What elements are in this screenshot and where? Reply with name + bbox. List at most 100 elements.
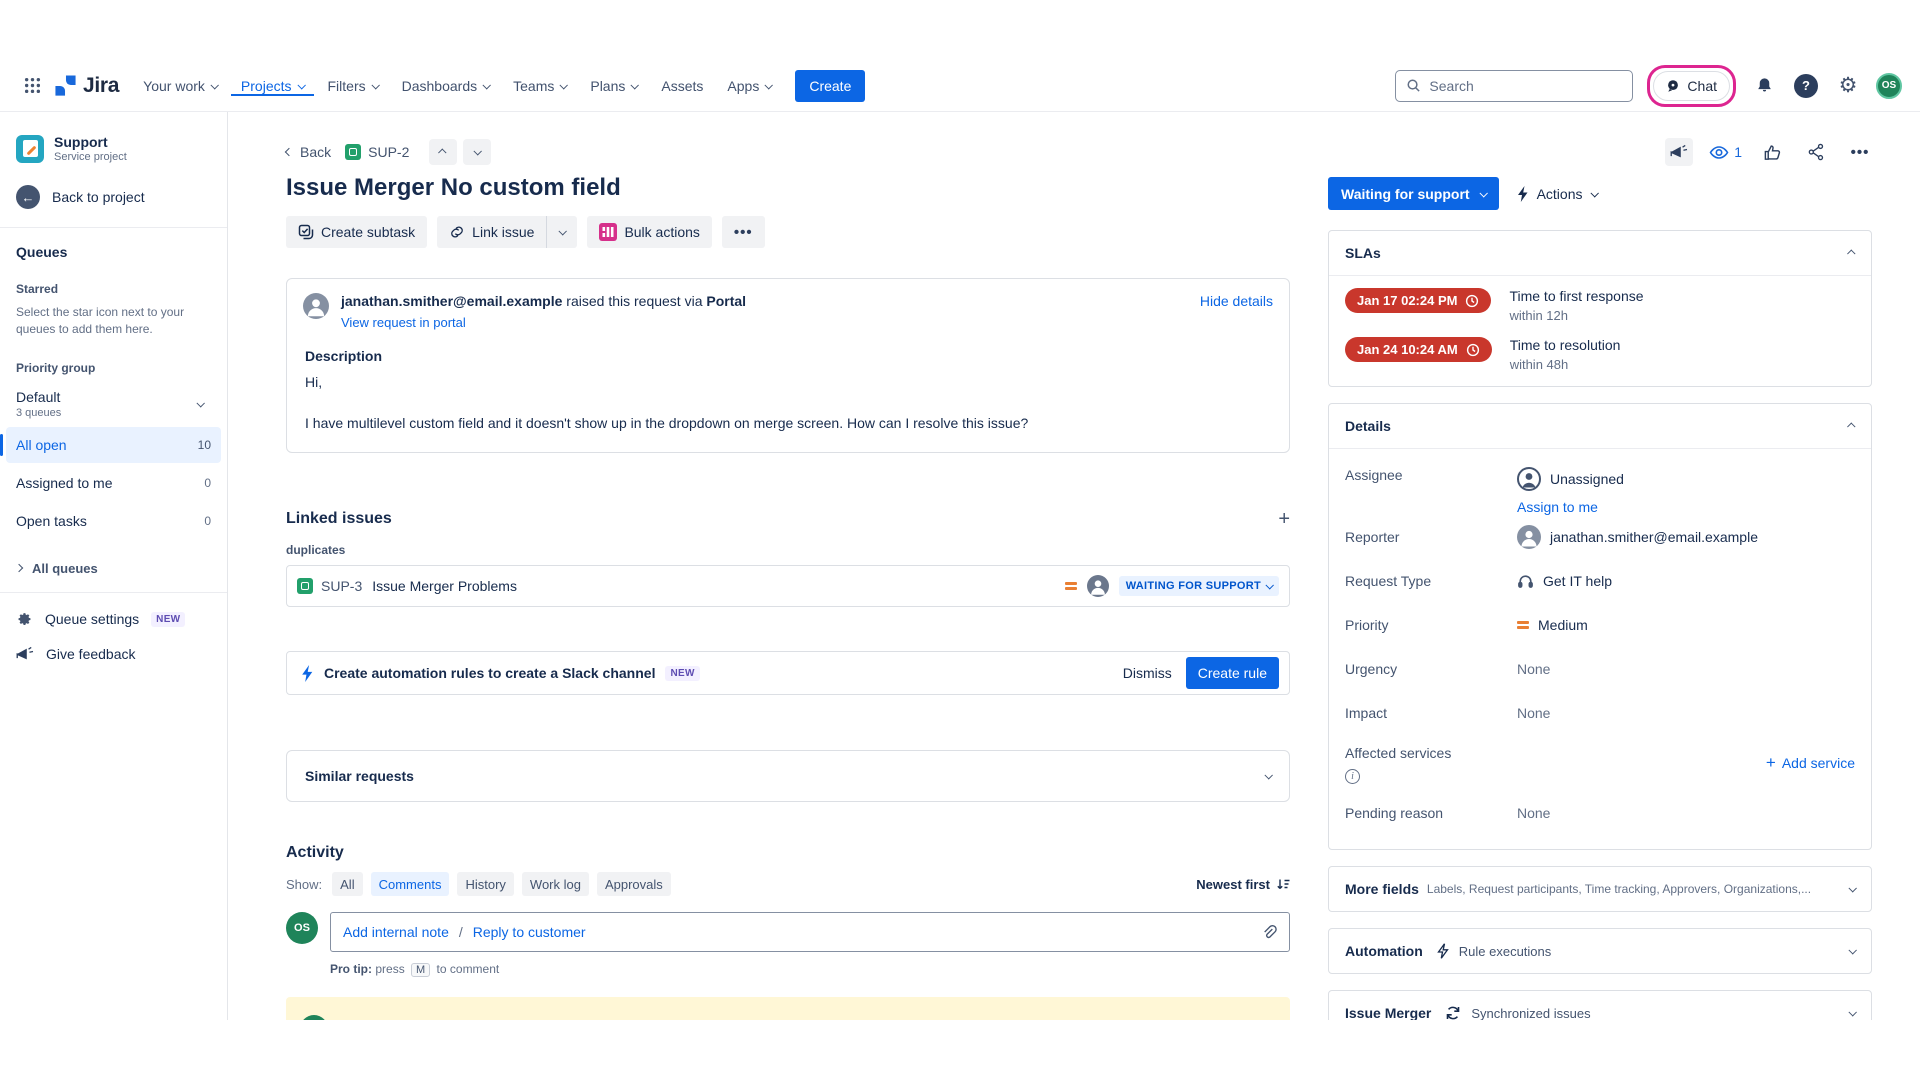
nav-projects[interactable]: Projects — [231, 76, 314, 96]
slas-panel-header[interactable]: SLAs — [1329, 231, 1871, 275]
like-thumbs-up-icon[interactable] — [1758, 138, 1786, 166]
sidebar-item-assigned-to-me[interactable]: Assigned to me0 — [6, 465, 221, 501]
sla-name: Time to first response — [1509, 288, 1643, 304]
dismiss-button[interactable]: Dismiss — [1123, 665, 1172, 681]
create-subtask-button[interactable]: Create subtask — [286, 216, 427, 248]
linked-issue-status-lozenge[interactable]: WAITING FOR SUPPORT — [1119, 576, 1279, 596]
sla-goal: within 12h — [1509, 308, 1643, 323]
chevron-down-icon — [474, 147, 482, 155]
nav-apps[interactable]: Apps — [717, 76, 781, 96]
chevron-down-icon — [371, 81, 379, 89]
priority-medium-icon — [1517, 621, 1529, 630]
chevron-down-icon — [1848, 1008, 1856, 1016]
nav-dashboards[interactable]: Dashboards — [392, 76, 500, 96]
pending-reason-value: None — [1517, 805, 1550, 821]
link-issue-dropdown[interactable] — [547, 229, 577, 235]
next-issue-button[interactable] — [463, 139, 491, 165]
comment-input[interactable]: Add internal note / Reply to customer — [330, 912, 1290, 952]
automation-header[interactable]: Automation Rule executions — [1329, 929, 1871, 973]
user-avatar[interactable]: OS — [1876, 73, 1902, 99]
filter-all[interactable]: All — [332, 872, 362, 896]
project-header[interactable]: Support Service project — [16, 134, 211, 163]
sort-order-control[interactable]: Newest first — [1196, 877, 1290, 892]
link-icon — [449, 224, 465, 240]
watchers-count: 1 — [1734, 144, 1742, 160]
chat-button[interactable]: Chat — [1653, 71, 1730, 101]
assignee-avatar — [1087, 575, 1109, 597]
settings-gear-icon[interactable]: ⚙ — [1834, 72, 1862, 100]
priority-value: Medium — [1538, 617, 1588, 633]
search-input[interactable] — [1429, 78, 1599, 94]
details-panel-header[interactable]: Details — [1329, 404, 1871, 448]
description-line: Hi, — [305, 372, 1273, 393]
sidebar-item-open-tasks[interactable]: Open tasks0 — [6, 503, 221, 539]
add-internal-note-link[interactable]: Add internal note — [343, 924, 449, 940]
more-fields-panel: More fields Labels, Request participants… — [1328, 866, 1872, 912]
filter-work-log[interactable]: Work log — [522, 872, 589, 896]
keyboard-shortcut-m: M — [411, 963, 430, 977]
back-button[interactable]: Back — [286, 144, 331, 160]
sla-due-lozenge[interactable]: Jan 17 02:24 PM — [1345, 288, 1491, 313]
nav-filters[interactable]: Filters — [318, 76, 388, 96]
reply-to-customer-link[interactable]: Reply to customer — [473, 924, 586, 940]
filter-comments[interactable]: Comments — [371, 872, 450, 896]
requester-email: janathan.smither@email.example — [341, 293, 562, 309]
assign-to-me-link[interactable]: Assign to me — [1517, 499, 1624, 515]
issue-merger-header[interactable]: Issue Merger Synchronized issues — [1329, 991, 1871, 1020]
watchers-control[interactable]: 1 — [1709, 144, 1742, 160]
attachment-paperclip-icon[interactable] — [1260, 924, 1277, 941]
view-request-in-portal-link[interactable]: View request in portal — [341, 315, 746, 330]
add-service-link[interactable]: + Add service — [1766, 753, 1855, 773]
subtask-icon — [298, 224, 314, 240]
chevron-down-icon — [1590, 189, 1598, 197]
chevron-right-icon — [15, 564, 23, 572]
all-queues-toggle[interactable]: All queues — [16, 561, 211, 576]
filter-history[interactable]: History — [457, 872, 513, 896]
more-fields-header[interactable]: More fields Labels, Request participants… — [1329, 867, 1871, 911]
more-actions-icon[interactable]: ••• — [1846, 138, 1874, 166]
jira-logo[interactable]: Jira — [52, 74, 129, 98]
linked-issue-key[interactable]: SUP-3 — [321, 578, 362, 594]
app-switcher-icon[interactable] — [16, 70, 48, 102]
linked-issue-row[interactable]: SUP-3 Issue Merger Problems WAITING FOR … — [286, 565, 1290, 607]
nav-assets[interactable]: Assets — [651, 76, 713, 96]
add-linked-issue-icon[interactable]: + — [1278, 509, 1290, 529]
search-box[interactable] — [1395, 70, 1633, 102]
sidebar-item-all-open[interactable]: All open10 — [6, 427, 221, 463]
issue-key-breadcrumb[interactable]: SUP-2 — [345, 144, 409, 160]
hide-details-link[interactable]: Hide details — [1200, 293, 1273, 330]
share-icon[interactable] — [1802, 138, 1830, 166]
reporter-value: janathan.smither@email.example — [1550, 529, 1758, 545]
notifications-bell-icon[interactable] — [1750, 72, 1778, 100]
project-icon — [16, 135, 44, 163]
give-feedback-link[interactable]: Give feedback — [16, 646, 211, 662]
starred-hint: Select the star icon next to your queues… — [16, 304, 211, 339]
help-icon[interactable]: ? — [1792, 72, 1820, 100]
feedback-megaphone-icon[interactable] — [1665, 138, 1693, 166]
filter-approvals[interactable]: Approvals — [597, 872, 671, 896]
create-rule-button[interactable]: Create rule — [1186, 657, 1279, 689]
queue-settings-link[interactable]: Queue settings NEW — [16, 611, 211, 628]
nav-plans[interactable]: Plans — [580, 76, 647, 96]
previous-issue-button[interactable] — [429, 139, 457, 165]
create-button[interactable]: Create — [795, 70, 865, 102]
info-icon[interactable]: i — [1345, 769, 1360, 784]
status-dropdown-button[interactable]: Waiting for support — [1328, 177, 1499, 210]
link-issue-button[interactable]: Link issue — [437, 216, 546, 248]
sla-due-lozenge[interactable]: Jan 24 10:24 AM — [1345, 337, 1492, 362]
lightning-icon — [1437, 943, 1449, 959]
nav-teams[interactable]: Teams — [503, 76, 576, 96]
jira-logo-icon — [54, 74, 77, 97]
description-label: Description — [305, 348, 1273, 364]
request-type-value: Get IT help — [1543, 573, 1612, 589]
bulk-actions-button[interactable]: Bulk actions — [587, 216, 711, 248]
sidebar: Support Service project ← Back to projec… — [0, 112, 228, 1020]
activity-title: Activity — [286, 844, 1290, 862]
toolbar-more-icon[interactable]: ••• — [722, 216, 765, 248]
linked-issue-summary[interactable]: Issue Merger Problems — [372, 578, 517, 594]
similar-requests-panel[interactable]: Similar requests — [286, 750, 1290, 802]
actions-dropdown-button[interactable]: Actions — [1517, 186, 1597, 202]
nav-your-work[interactable]: Your work — [133, 76, 227, 96]
queue-group-default[interactable]: Default 3 queues — [16, 383, 211, 425]
back-to-project-link[interactable]: ← Back to project — [16, 185, 211, 209]
